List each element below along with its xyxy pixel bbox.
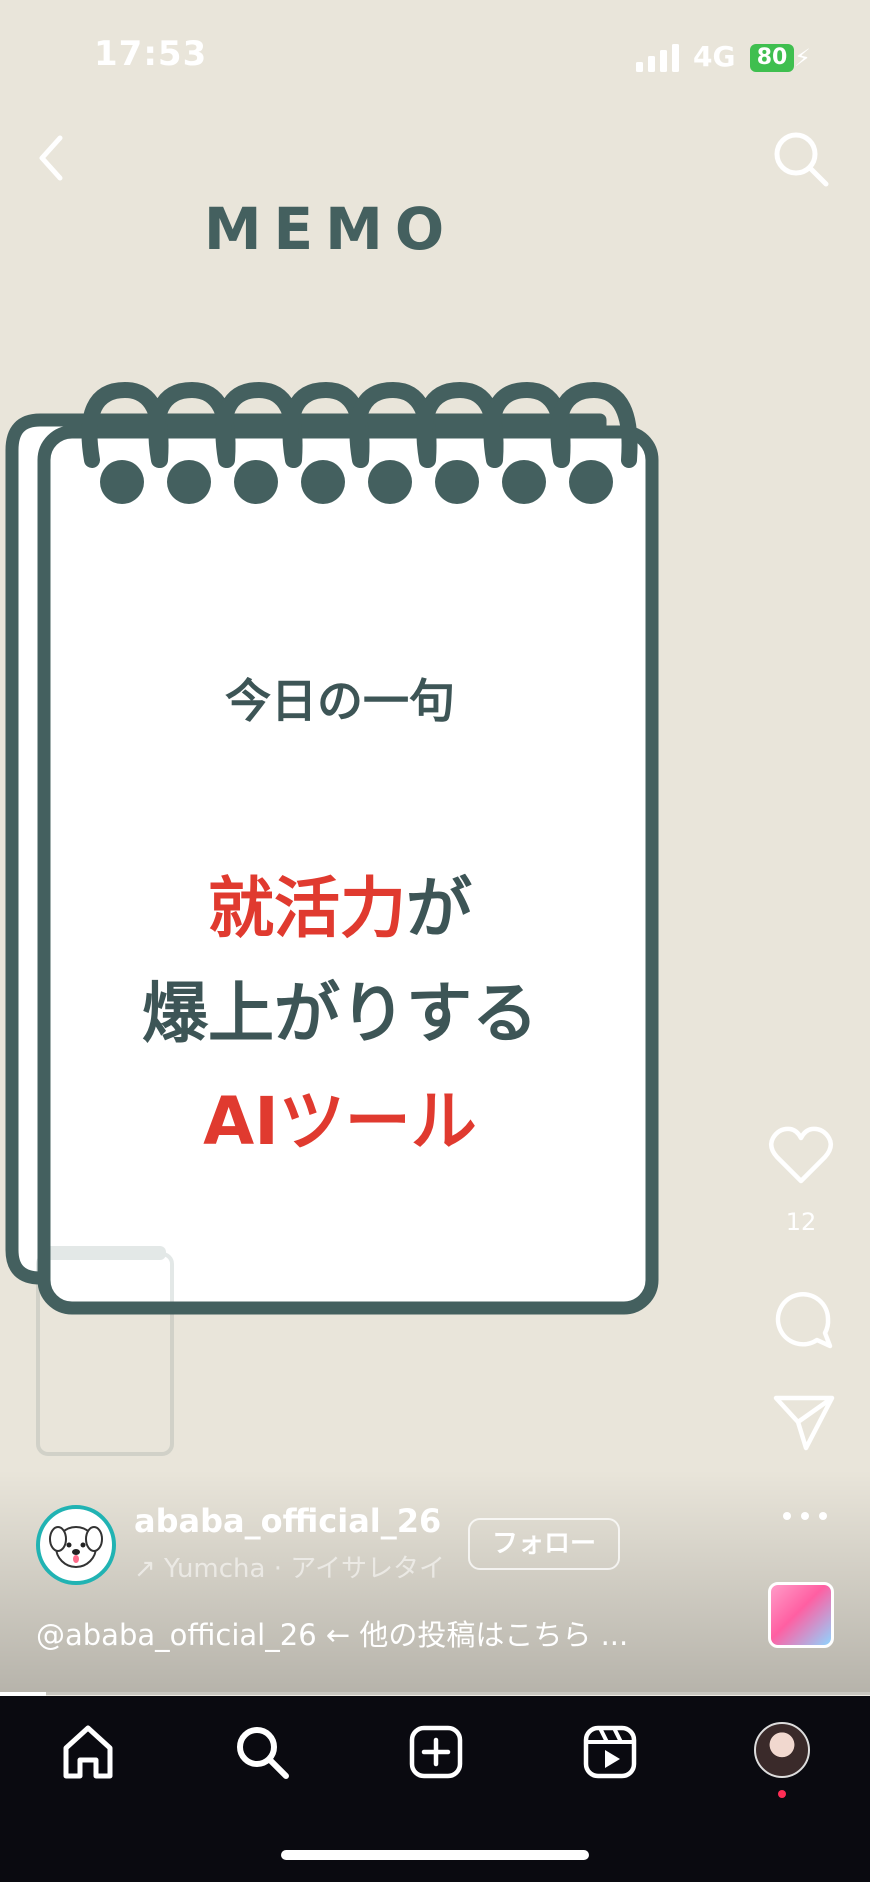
status-time: 17:53	[94, 34, 208, 74]
plus-square-icon[interactable]	[406, 1722, 466, 1782]
notification-dot	[778, 1790, 786, 1798]
notebook-subheading: 今日の一句	[225, 674, 455, 728]
profile-avatar-tab[interactable]	[754, 1722, 810, 1778]
reels-icon[interactable]	[580, 1722, 640, 1782]
paper-plane-icon[interactable]	[772, 1392, 836, 1452]
home-indicator[interactable]	[281, 1850, 589, 1860]
home-icon[interactable]	[58, 1722, 118, 1782]
headline-line-3: AIツール	[203, 1083, 477, 1160]
more-dots-icon[interactable]	[780, 1500, 830, 1532]
author-avatar[interactable]	[36, 1505, 116, 1585]
headline-line-1-rest: が	[406, 870, 472, 947]
signal-icon	[636, 44, 679, 72]
network-type: 4G	[693, 40, 736, 73]
headline-highlight: 就活力	[208, 870, 406, 947]
battery-indicator: 80	[750, 44, 794, 72]
next-slide-preview	[36, 1246, 174, 1456]
charging-icon: ⚡	[794, 44, 811, 72]
back-button[interactable]	[30, 132, 74, 184]
notebook-illustration	[5, 381, 659, 1315]
headline-line-1: 就活力が	[60, 855, 620, 951]
author-username[interactable]: ababa_official_26	[134, 1502, 441, 1540]
post-caption[interactable]: @ababa_official_26 ← 他の投稿はこちら ...	[36, 1612, 628, 1654]
comment-bubble-icon[interactable]	[772, 1288, 834, 1350]
audio-track-thumbnail[interactable]	[768, 1582, 834, 1648]
like-count: 12	[785, 1208, 817, 1236]
explore-search-icon[interactable]	[232, 1722, 292, 1782]
headline-line-2: 爆上がりする	[142, 975, 538, 1052]
follow-button[interactable]: フォロー	[468, 1518, 620, 1570]
search-icon[interactable]	[770, 128, 830, 188]
audio-track-label[interactable]: ↗ Yumcha · アイサレタイ	[134, 1548, 445, 1585]
dog-avatar-icon	[49, 1526, 103, 1568]
memo-title: MEMO	[203, 195, 457, 263]
heart-icon[interactable]	[768, 1126, 834, 1186]
